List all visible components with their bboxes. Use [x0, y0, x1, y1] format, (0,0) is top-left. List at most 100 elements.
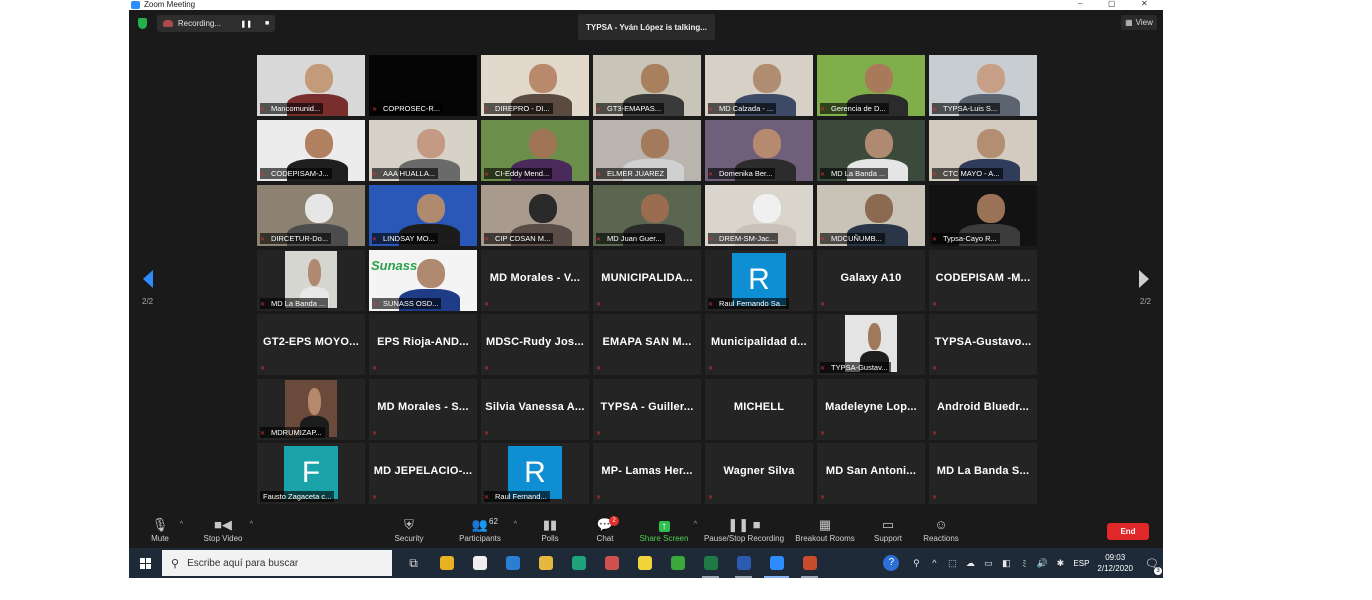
mute-options-caret-icon[interactable]: ^ [180, 521, 183, 528]
minimize-button[interactable]: – [1078, 0, 1082, 9]
display-tray-icon[interactable]: ◧ [997, 558, 1015, 569]
excel-icon[interactable] [694, 548, 727, 578]
camtasia-icon[interactable] [661, 548, 694, 578]
participant-name-tile[interactable]: MDSC-Rudy Jos... [481, 314, 589, 375]
onedrive-icon[interactable]: ☁ [961, 558, 979, 569]
participant-video-tile[interactable]: CTC MAYO - A... [929, 120, 1037, 181]
mute-button[interactable]: 🎙 Mute ^ [147, 516, 183, 544]
participant-name-tile[interactable]: MD JEPELACIO-... [369, 443, 477, 504]
maximize-button[interactable]: ▢ [1108, 0, 1116, 9]
participant-name-tile[interactable]: Madeleyne Lop... [817, 379, 925, 440]
participant-avatar-tile[interactable]: F Fausto Zagaceta c... [257, 443, 365, 504]
participant-name-tile[interactable]: Android Bluedr... [929, 379, 1037, 440]
volume-icon[interactable]: 🔊 [1033, 558, 1051, 569]
pause-stop-recording-button[interactable]: ❚❚ ■ Pause/Stop Recording [703, 516, 785, 544]
participant-video-tile[interactable]: CODEPISAM-J... [257, 120, 365, 181]
participant-name-tile[interactable]: TYPSA-Gustavo... [929, 314, 1037, 375]
battery-icon[interactable]: ▭ [979, 558, 997, 569]
participant-video-tile[interactable]: TYPSA-Luis S... [929, 55, 1037, 116]
start-button[interactable] [129, 548, 162, 578]
participant-video-tile[interactable]: Typsa-Cayo R... [929, 185, 1037, 246]
breakout-rooms-button[interactable]: ▦ Breakout Rooms [795, 516, 855, 544]
participant-name-tile[interactable]: MD San Antoni... [817, 443, 925, 504]
participant-name-tile[interactable]: EPS Rioja-AND... [369, 314, 477, 375]
participant-video-tile[interactable]: CI-Eddy Mend... [481, 120, 589, 181]
participant-name-tile[interactable]: EMAPA SAN M... [593, 314, 701, 375]
participant-name-tile[interactable]: MD Morales - S... [369, 379, 477, 440]
chrome-icon[interactable] [430, 548, 463, 578]
participant-avatar-tile[interactable]: R Raul Fernando Sa... [705, 250, 813, 311]
participant-video-tile[interactable]: TYPSA-Gustav... [817, 314, 925, 375]
people-tray-icon[interactable]: ⚲ [907, 558, 925, 569]
participant-name-tile[interactable]: Silvia Vanessa A... [481, 379, 589, 440]
participant-name-tile[interactable]: Wagner Silva [705, 443, 813, 504]
participant-video-tile[interactable]: CIP CDSAN M... [481, 185, 589, 246]
participant-video-tile[interactable]: MD Calzada - ... [705, 55, 813, 116]
participant-video-tile[interactable]: COPROSEC-R... [369, 55, 477, 116]
participant-video-tile[interactable]: Gerencia de D... [817, 55, 925, 116]
participant-video-tile[interactable]: MDCUÑUMB... [817, 185, 925, 246]
next-page-arrow-icon[interactable] [1139, 270, 1149, 288]
participant-video-tile[interactable]: Domenika Ber... [705, 120, 813, 181]
participant-video-tile[interactable]: MD La Banda ... [817, 120, 925, 181]
participant-name-tile[interactable]: GT2-EPS MOYO... [257, 314, 365, 375]
previous-page-arrow-icon[interactable] [143, 270, 153, 288]
participant-name-tile[interactable]: MD Morales - V... [481, 250, 589, 311]
task-view-icon[interactable]: ⧉ [397, 548, 430, 578]
polls-button[interactable]: ▮▮ Polls [540, 516, 560, 544]
word-icon[interactable] [727, 548, 760, 578]
participant-video-tile[interactable]: DIREPRO - DI... [481, 55, 589, 116]
participant-video-tile[interactable]: Sunass SUNASS OSD... [369, 250, 477, 311]
participant-video-tile[interactable]: DREM-SM-Jac... [705, 185, 813, 246]
vscode-icon[interactable] [496, 548, 529, 578]
encryption-shield-icon[interactable] [138, 18, 147, 29]
security-button[interactable]: ⛨ Security [393, 516, 425, 544]
sticky-notes-icon[interactable] [628, 548, 661, 578]
participant-name-tile[interactable]: MP- Lamas Her... [593, 443, 701, 504]
system-clock[interactable]: 09:03 2/12/2020 [1097, 552, 1133, 574]
share-options-caret-icon[interactable]: ^ [694, 521, 697, 528]
show-hidden-icons-icon[interactable]: ^ [925, 558, 943, 568]
participant-video-tile[interactable]: GT3-EMAPAS... [593, 55, 701, 116]
chat-button[interactable]: 💬 2 Chat [595, 516, 619, 544]
participant-name-tile[interactable]: CODEPISAM -M... [929, 250, 1037, 311]
file-explorer-icon[interactable] [529, 548, 562, 578]
view-button[interactable]: ▦ View [1121, 15, 1157, 30]
participant-video-tile[interactable]: AAA HUALLA... [369, 120, 477, 181]
share-screen-button[interactable]: ↑ Share Screen ^ [639, 516, 697, 544]
participant-video-tile[interactable]: DIRCETUR-Do... [257, 185, 365, 246]
video-options-caret-icon[interactable]: ^ [250, 521, 253, 528]
end-meeting-button[interactable]: End [1107, 523, 1149, 540]
participants-button[interactable]: 👥 62 Participants ^ [457, 516, 517, 544]
participant-name-tile[interactable]: MICHELL [705, 379, 813, 440]
participants-options-caret-icon[interactable]: ^ [514, 521, 517, 528]
support-button[interactable]: ▭ Support [871, 516, 905, 544]
close-button[interactable]: ✕ [1141, 0, 1148, 9]
participant-name-tile[interactable]: Galaxy A10 [817, 250, 925, 311]
participant-video-tile[interactable]: LINDSAY MO... [369, 185, 477, 246]
participant-name-tile[interactable]: Municipalidad d... [705, 314, 813, 375]
stop-recording-button[interactable]: ■ [259, 20, 275, 27]
participant-avatar-tile[interactable]: R Raul Fernand... [481, 443, 589, 504]
taskbar-search-box[interactable]: ⚲ Escribe aquí para buscar [162, 550, 392, 576]
participant-video-tile[interactable]: MD La Banda ... [257, 250, 365, 311]
participant-video-tile[interactable]: ELMER JUAREZ [593, 120, 701, 181]
input-language[interactable]: ESP [1073, 559, 1089, 568]
camera-tray-icon[interactable]: ⬚ [943, 558, 961, 569]
participant-video-tile[interactable]: MDRUMIZAP... [257, 379, 365, 440]
participant-name-tile[interactable]: MD La Banda S... [929, 443, 1037, 504]
dropbox-icon[interactable]: ✱ [1051, 558, 1069, 569]
participant-video-tile[interactable]: Mancomunid... [257, 55, 365, 116]
participant-name-tile[interactable]: TYPSA - Guiller... [593, 379, 701, 440]
store-icon[interactable] [463, 548, 496, 578]
stop-video-button[interactable]: ■◀ Stop Video ^ [201, 516, 254, 544]
snipping-tool-icon[interactable] [595, 548, 628, 578]
help-icon[interactable]: ? [883, 555, 900, 571]
participant-name-tile[interactable]: MUNICIPALIDA... [593, 250, 701, 311]
participant-video-tile[interactable]: MD Juan Guer... [593, 185, 701, 246]
reactions-button[interactable]: ☺ Reactions [923, 516, 959, 544]
pause-recording-button[interactable]: ❚❚ [238, 20, 254, 28]
wifi-icon[interactable]: ﾐ [1015, 557, 1033, 570]
notification-center-icon[interactable]: 🗨 3 [1141, 557, 1163, 575]
powerpoint-icon[interactable] [793, 548, 826, 578]
